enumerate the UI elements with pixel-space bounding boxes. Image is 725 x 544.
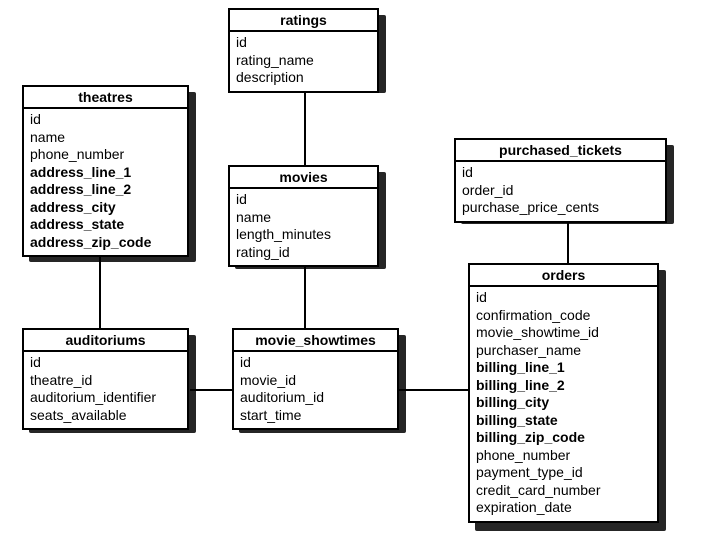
field: purchaser_name xyxy=(476,342,651,360)
entity-ratings: ratings idrating_namedescription xyxy=(228,8,379,93)
entity-title: movies xyxy=(228,165,379,187)
entity-orders: orders idconfirmation_codemovie_showtime… xyxy=(468,263,659,523)
field: address_zip_code xyxy=(30,234,181,252)
entity-fields-auditoriums: idtheatre_idauditorium_identifierseats_a… xyxy=(22,350,189,430)
entity-fields-movies: idnamelength_minutesrating_id xyxy=(228,187,379,267)
entity-fields-theatres: idnamephone_numberaddress_line_1address_… xyxy=(22,107,189,257)
entity-auditoriums: auditoriums idtheatre_idauditorium_ident… xyxy=(22,328,189,430)
entity-title: movie_showtimes xyxy=(232,328,399,350)
field: order_id xyxy=(462,182,659,200)
entity-title: orders xyxy=(468,263,659,285)
field: name xyxy=(30,129,181,147)
entity-theatres: theatres idnamephone_numberaddress_line_… xyxy=(22,85,189,257)
field: id xyxy=(462,164,659,182)
field: credit_card_number xyxy=(476,482,651,500)
field: address_line_2 xyxy=(30,181,181,199)
entity-movies: movies idnamelength_minutesrating_id xyxy=(228,165,379,267)
field: rating_name xyxy=(236,52,371,70)
field: phone_number xyxy=(30,146,181,164)
field: id xyxy=(30,111,181,129)
entity-fields-movie_showtimes: idmovie_idauditorium_idstart_time xyxy=(232,350,399,430)
field: billing_city xyxy=(476,394,651,412)
entity-purchased_tickets: purchased_tickets idorder_idpurchase_pri… xyxy=(454,138,667,223)
field: auditorium_identifier xyxy=(30,389,181,407)
entity-title: ratings xyxy=(228,8,379,30)
entity-title: theatres xyxy=(22,85,189,107)
entity-fields-orders: idconfirmation_codemovie_showtime_idpurc… xyxy=(468,285,659,523)
field: address_line_1 xyxy=(30,164,181,182)
field: id xyxy=(30,354,181,372)
field: id xyxy=(240,354,391,372)
field: length_minutes xyxy=(236,226,371,244)
field: address_state xyxy=(30,216,181,234)
field: payment_type_id xyxy=(476,464,651,482)
field: billing_zip_code xyxy=(476,429,651,447)
field: id xyxy=(476,289,651,307)
entity-title: purchased_tickets xyxy=(454,138,667,160)
entity-fields-ratings: idrating_namedescription xyxy=(228,30,379,93)
field: rating_id xyxy=(236,244,371,262)
field: seats_available xyxy=(30,407,181,425)
entity-movie_showtimes: movie_showtimes idmovie_idauditorium_ids… xyxy=(232,328,399,430)
field: billing_line_2 xyxy=(476,377,651,395)
field: movie_showtime_id xyxy=(476,324,651,342)
field: address_city xyxy=(30,199,181,217)
field: description xyxy=(236,69,371,87)
field: billing_state xyxy=(476,412,651,430)
entity-fields-purchased_tickets: idorder_idpurchase_price_cents xyxy=(454,160,667,223)
field: id xyxy=(236,191,371,209)
field: name xyxy=(236,209,371,227)
field: expiration_date xyxy=(476,499,651,517)
field: start_time xyxy=(240,407,391,425)
field: phone_number xyxy=(476,447,651,465)
field: confirmation_code xyxy=(476,307,651,325)
field: theatre_id xyxy=(30,372,181,390)
field: billing_line_1 xyxy=(476,359,651,377)
field: id xyxy=(236,34,371,52)
entity-title: auditoriums xyxy=(22,328,189,350)
field: purchase_price_cents xyxy=(462,199,659,217)
field: auditorium_id xyxy=(240,389,391,407)
field: movie_id xyxy=(240,372,391,390)
